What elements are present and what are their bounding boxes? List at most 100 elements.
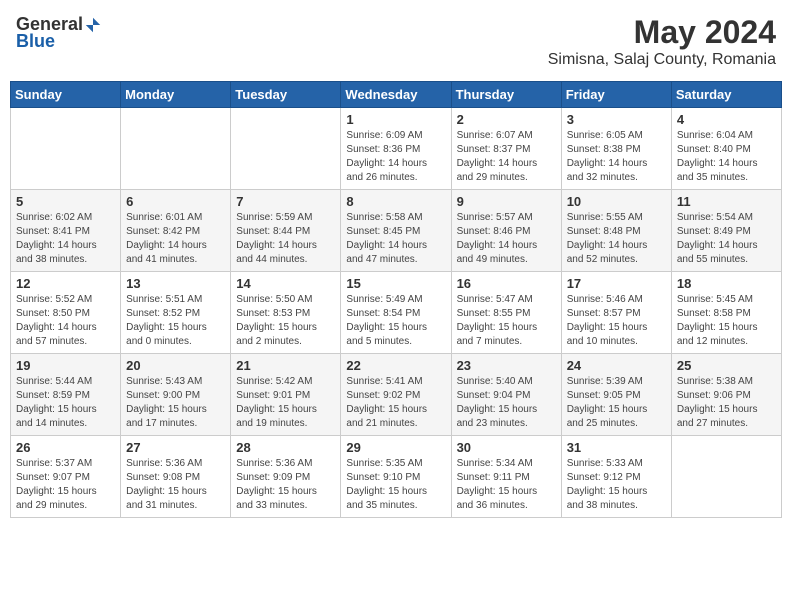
day-number: 8 xyxy=(346,194,445,209)
day-info: Sunrise: 5:50 AM Sunset: 8:53 PM Dayligh… xyxy=(236,293,335,349)
calendar-week-3: 12 Sunrise: 5:52 AM Sunset: 8:50 PM Dayli… xyxy=(11,272,782,354)
day-info: Sunrise: 5:40 AM Sunset: 9:04 PM Dayligh… xyxy=(457,375,556,431)
calendar-cell: 21Sunrise: 5:42 AM Sunset: 9:01 PM Dayli… xyxy=(231,354,341,436)
day-number: 5 xyxy=(16,194,115,209)
calendar-cell: 19Sunrise: 5:44 AM Sunset: 8:59 PM Dayli… xyxy=(11,354,121,436)
day-number: 23 xyxy=(457,358,556,373)
main-title: May 2024 xyxy=(548,14,776,51)
title-area: May 2024 Simisna, Salaj County, Romania xyxy=(548,14,776,69)
day-info: Sunrise: 5:36 AM Sunset: 9:09 PM Dayligh… xyxy=(236,457,335,513)
day-number: 9 xyxy=(457,194,556,209)
calendar-cell xyxy=(11,108,121,190)
day-info: Sunrise: 5:58 AM Sunset: 8:45 PM Dayligh… xyxy=(346,211,445,267)
day-info: Sunrise: 5:33 AM Sunset: 9:12 PM Dayligh… xyxy=(567,457,666,513)
day-info: Sunrise: 5:52 AM Sunset: 8:50 PM Dayligh… xyxy=(16,293,115,349)
header: General Blue May 2024 Simisna, Salaj Cou… xyxy=(10,10,782,73)
calendar-cell: 17 Sunrise: 5:46 AM Sunset: 8:57 PM Dayli… xyxy=(561,272,671,354)
day-number: 12 xyxy=(16,276,115,291)
calendar-cell xyxy=(231,108,341,190)
day-number: 21 xyxy=(236,358,335,373)
day-info: Sunrise: 5:57 AM Sunset: 8:46 PM Dayligh… xyxy=(457,211,556,267)
calendar-cell: 7Sunrise: 5:59 AM Sunset: 8:44 PM Daylig… xyxy=(231,190,341,272)
day-number: 27 xyxy=(126,440,225,455)
calendar-cell: 8 Sunrise: 5:58 AM Sunset: 8:45 PM Daylig… xyxy=(341,190,451,272)
day-number: 11 xyxy=(677,194,776,209)
day-number: 30 xyxy=(457,440,556,455)
day-info: Sunrise: 5:36 AM Sunset: 9:08 PM Dayligh… xyxy=(126,457,225,513)
day-info: Sunrise: 5:45 AM Sunset: 8:58 PM Dayligh… xyxy=(677,293,776,349)
day-info: Sunrise: 5:39 AM Sunset: 9:05 PM Dayligh… xyxy=(567,375,666,431)
day-info: Sunrise: 5:47 AM Sunset: 8:55 PM Dayligh… xyxy=(457,293,556,349)
calendar-cell: 18 Sunrise: 5:45 AM Sunset: 8:58 PM Dayli… xyxy=(671,272,781,354)
day-info: Sunrise: 5:38 AM Sunset: 9:06 PM Dayligh… xyxy=(677,375,776,431)
day-info: Sunrise: 6:02 AM Sunset: 8:41 PM Dayligh… xyxy=(16,211,115,267)
day-number: 14 xyxy=(236,276,335,291)
calendar-cell: 24 Sunrise: 5:39 AM Sunset: 9:05 PM Dayli… xyxy=(561,354,671,436)
calendar-cell xyxy=(671,436,781,518)
calendar-header-row: SundayMondayTuesdayWednesdayThursdayFrid… xyxy=(11,82,782,108)
calendar-cell: 20 Sunrise: 5:43 AM Sunset: 9:00 PM Dayli… xyxy=(121,354,231,436)
calendar-cell: 28 Sunrise: 5:36 AM Sunset: 9:09 PM Dayli… xyxy=(231,436,341,518)
calendar-cell: 1Sunrise: 6:09 AM Sunset: 8:36 PM Daylig… xyxy=(341,108,451,190)
calendar-cell: 15 Sunrise: 5:49 AM Sunset: 8:54 PM Dayli… xyxy=(341,272,451,354)
calendar-header-sunday: Sunday xyxy=(11,82,121,108)
calendar-cell: 2 Sunrise: 6:07 AM Sunset: 8:37 PM Daylig… xyxy=(451,108,561,190)
day-info: Sunrise: 5:35 AM Sunset: 9:10 PM Dayligh… xyxy=(346,457,445,513)
day-info: Sunrise: 5:46 AM Sunset: 8:57 PM Dayligh… xyxy=(567,293,666,349)
day-number: 15 xyxy=(346,276,445,291)
calendar-cell: 27 Sunrise: 5:36 AM Sunset: 9:08 PM Dayli… xyxy=(121,436,231,518)
day-info: Sunrise: 5:59 AM Sunset: 8:44 PM Dayligh… xyxy=(236,211,335,267)
calendar-cell: 30 Sunrise: 5:34 AM Sunset: 9:11 PM Dayli… xyxy=(451,436,561,518)
calendar-header-saturday: Saturday xyxy=(671,82,781,108)
calendar-cell: 26Sunrise: 5:37 AM Sunset: 9:07 PM Dayli… xyxy=(11,436,121,518)
calendar-cell: 13Sunrise: 5:51 AM Sunset: 8:52 PM Dayli… xyxy=(121,272,231,354)
calendar-header-friday: Friday xyxy=(561,82,671,108)
calendar-cell: 23 Sunrise: 5:40 AM Sunset: 9:04 PM Dayli… xyxy=(451,354,561,436)
day-number: 13 xyxy=(126,276,225,291)
calendar-cell: 22 Sunrise: 5:41 AM Sunset: 9:02 PM Dayli… xyxy=(341,354,451,436)
day-number: 25 xyxy=(677,358,776,373)
day-info: Sunrise: 6:07 AM Sunset: 8:37 PM Dayligh… xyxy=(457,129,556,185)
day-number: 20 xyxy=(126,358,225,373)
day-info: Sunrise: 6:01 AM Sunset: 8:42 PM Dayligh… xyxy=(126,211,225,267)
calendar-week-5: 26Sunrise: 5:37 AM Sunset: 9:07 PM Dayli… xyxy=(11,436,782,518)
day-info: Sunrise: 6:04 AM Sunset: 8:40 PM Dayligh… xyxy=(677,129,776,185)
calendar-cell: 16 Sunrise: 5:47 AM Sunset: 8:55 PM Dayli… xyxy=(451,272,561,354)
day-number: 10 xyxy=(567,194,666,209)
day-info: Sunrise: 5:49 AM Sunset: 8:54 PM Dayligh… xyxy=(346,293,445,349)
day-number: 31 xyxy=(567,440,666,455)
day-number: 28 xyxy=(236,440,335,455)
calendar-header-tuesday: Tuesday xyxy=(231,82,341,108)
day-info: Sunrise: 5:34 AM Sunset: 9:11 PM Dayligh… xyxy=(457,457,556,513)
calendar-cell xyxy=(121,108,231,190)
calendar-cell: 12 Sunrise: 5:52 AM Sunset: 8:50 PM Dayli… xyxy=(11,272,121,354)
day-info: Sunrise: 5:43 AM Sunset: 9:00 PM Dayligh… xyxy=(126,375,225,431)
day-number: 3 xyxy=(567,112,666,127)
day-number: 22 xyxy=(346,358,445,373)
day-info: Sunrise: 6:05 AM Sunset: 8:38 PM Dayligh… xyxy=(567,129,666,185)
day-number: 17 xyxy=(567,276,666,291)
day-number: 2 xyxy=(457,112,556,127)
calendar-cell: 9 Sunrise: 5:57 AM Sunset: 8:46 PM Daylig… xyxy=(451,190,561,272)
day-number: 24 xyxy=(567,358,666,373)
logo-icon xyxy=(84,16,102,34)
calendar-header-monday: Monday xyxy=(121,82,231,108)
day-number: 29 xyxy=(346,440,445,455)
day-number: 16 xyxy=(457,276,556,291)
calendar-cell: 3 Sunrise: 6:05 AM Sunset: 8:38 PM Daylig… xyxy=(561,108,671,190)
day-info: Sunrise: 5:41 AM Sunset: 9:02 PM Dayligh… xyxy=(346,375,445,431)
calendar-cell: 14 Sunrise: 5:50 AM Sunset: 8:53 PM Dayli… xyxy=(231,272,341,354)
calendar-cell: 6 Sunrise: 6:01 AM Sunset: 8:42 PM Daylig… xyxy=(121,190,231,272)
day-number: 19 xyxy=(16,358,115,373)
day-number: 18 xyxy=(677,276,776,291)
calendar-cell: 5 Sunrise: 6:02 AM Sunset: 8:41 PM Daylig… xyxy=(11,190,121,272)
day-number: 4 xyxy=(677,112,776,127)
day-info: Sunrise: 5:37 AM Sunset: 9:07 PM Dayligh… xyxy=(16,457,115,513)
day-info: Sunrise: 5:54 AM Sunset: 8:49 PM Dayligh… xyxy=(677,211,776,267)
day-number: 1 xyxy=(346,112,445,127)
calendar-week-2: 5 Sunrise: 6:02 AM Sunset: 8:41 PM Daylig… xyxy=(11,190,782,272)
calendar: SundayMondayTuesdayWednesdayThursdayFrid… xyxy=(10,81,782,518)
day-number: 6 xyxy=(126,194,225,209)
calendar-header-thursday: Thursday xyxy=(451,82,561,108)
subtitle: Simisna, Salaj County, Romania xyxy=(548,51,776,69)
